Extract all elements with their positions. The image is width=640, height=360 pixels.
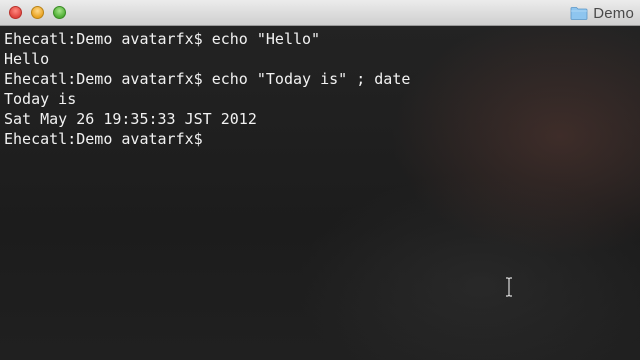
terminal-line: Ehecatl:Demo avatarfx$ echo "Today is" ;… [4, 70, 411, 88]
ibeam-cursor-icon [506, 277, 512, 297]
terminal-line: Sat May 26 19:35:33 JST 2012 [4, 110, 257, 128]
terminal-output[interactable]: Ehecatl:Demo avatarfx$ echo "Hello" Hell… [0, 26, 640, 360]
terminal-line: Ehecatl:Demo avatarfx$ echo "Hello" [4, 30, 321, 48]
terminal-prompt-line[interactable]: Ehecatl:Demo avatarfx$ [4, 129, 636, 149]
terminal-window: Demo Ehecatl:Demo avatarfx$ echo "Hello"… [0, 0, 640, 360]
terminal-line: Hello [4, 50, 50, 68]
minimize-button[interactable] [31, 6, 44, 19]
title-bar[interactable]: Demo [0, 0, 640, 26]
terminal-line: Today is [4, 90, 77, 108]
close-button[interactable] [9, 6, 22, 19]
folder-icon [570, 7, 588, 20]
zoom-button[interactable] [53, 6, 66, 19]
window-title: Demo [570, 3, 634, 23]
window-title-text: Demo [593, 4, 634, 22]
